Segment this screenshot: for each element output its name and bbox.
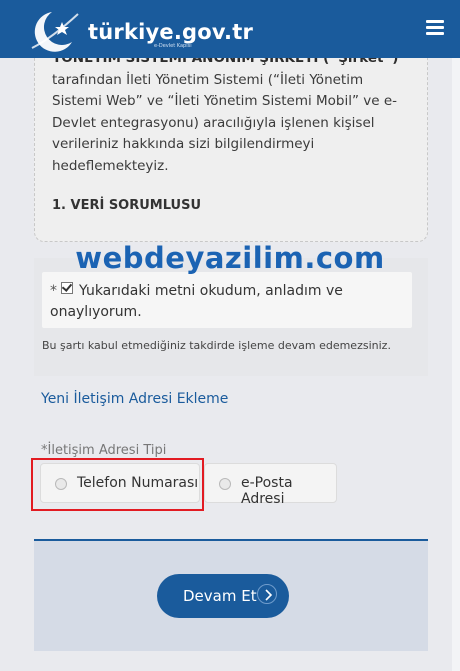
- radio-phone-number[interactable]: Telefon Numarası: [40, 463, 200, 503]
- continue-label: Devam Et: [183, 587, 257, 605]
- turkiye-gov-logo[interactable]: türkiye.gov.tr e-Devlet Kapısı: [22, 8, 253, 52]
- radio-dot[interactable]: [219, 478, 231, 490]
- consent-checkbox-row[interactable]: * Yukarıdaki metni okudum, anladım ve ona…: [50, 281, 400, 323]
- radio-email[interactable]: e-Posta Adresi: [204, 463, 337, 507]
- page-edge: [452, 58, 460, 671]
- logo-text: türkiye.gov.tr: [88, 20, 254, 44]
- kvkk-text: YÖNETİM SİSTEMİ ANONİM ŞİRKETİ (“Şirket”…: [52, 48, 408, 177]
- required-mark: *: [50, 283, 57, 299]
- consent-checkbox[interactable]: [61, 282, 73, 294]
- kvkk-body: tarafından İleti Yönetim Sistemi (“İleti…: [52, 71, 398, 174]
- radio-phone-label: Telefon Numarası: [77, 475, 199, 491]
- consent-warning: Bu şartı kabul etmediğiniz takdirde işle…: [42, 339, 391, 352]
- chevron-right-icon: [257, 584, 277, 604]
- address-type-label: *İletişim Adresi Tipi: [41, 443, 167, 458]
- new-address-link[interactable]: Yeni İletişim Adresi Ekleme: [41, 391, 228, 407]
- watermark: webdeyazilim.com: [75, 241, 385, 275]
- radio-email-label: e-Posta Adresi: [241, 475, 293, 507]
- section-title: 1. VERİ SORUMLUSU: [52, 198, 202, 213]
- crescent-star-icon: [31, 12, 79, 52]
- hamburger-menu-icon[interactable]: [426, 20, 444, 36]
- site-header: türkiye.gov.tr e-Devlet Kapısı: [0, 0, 460, 58]
- consent-label: Yukarıdaki metni okudum, anladım ve onay…: [50, 283, 343, 320]
- radio-dot[interactable]: [55, 478, 67, 490]
- logo-subtext: e-Devlet Kapısı: [154, 43, 192, 49]
- continue-button[interactable]: Devam Et: [157, 574, 289, 618]
